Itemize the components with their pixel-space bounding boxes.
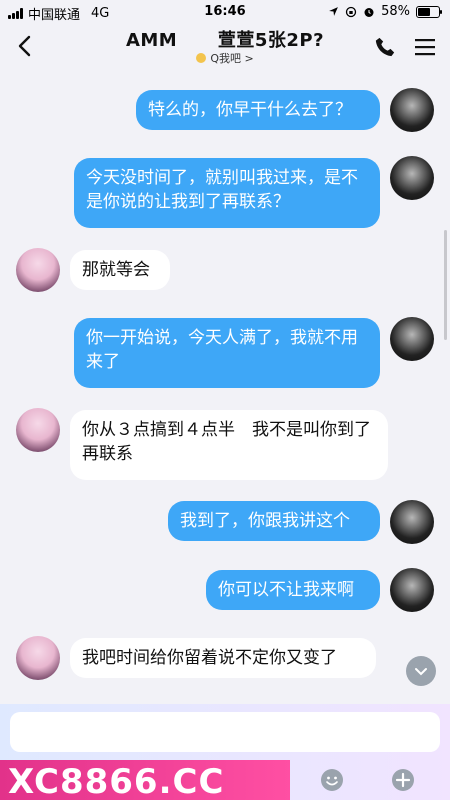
- message-bubble-received[interactable]: 那就等会: [70, 250, 170, 290]
- watermark-banner: XC8866.CC: [0, 760, 290, 800]
- battery-icon: [416, 5, 442, 18]
- rotation-lock-icon: [345, 6, 357, 17]
- message-bubble-received[interactable]: 你从３点搞到４点半 我不是叫你到了再联系: [70, 410, 388, 480]
- my-avatar[interactable]: [390, 88, 434, 132]
- message-bubble-received[interactable]: 我吧时间给你留着说不定你又变了: [70, 638, 376, 678]
- input-area: XC8866.CC: [0, 704, 450, 800]
- scrollbar[interactable]: [444, 230, 447, 340]
- message-bubble-sent[interactable]: 你可以不让我来啊: [206, 570, 380, 610]
- chat-header: AMM 萱萱5张2P? Q我吧 >: [0, 24, 450, 70]
- my-avatar[interactable]: [390, 156, 434, 200]
- chat-area[interactable]: 特么的，你早干什么去了？ 今天没时间了，就别叫我过来，是不是你说的让我到了再联系…: [0, 70, 450, 706]
- my-avatar[interactable]: [390, 317, 434, 361]
- subtitle-text: Q我吧 >: [210, 52, 254, 65]
- message-bubble-sent[interactable]: 你一开始说，今天人满了，我就不用来了: [74, 318, 380, 388]
- message-bubble-sent[interactable]: 今天没时间了，就别叫我过来，是不是你说的让我到了再联系？: [74, 158, 380, 228]
- message-input[interactable]: [10, 712, 440, 752]
- status-right: 58%: [328, 4, 442, 19]
- scroll-to-bottom-button[interactable]: [406, 656, 436, 686]
- chevron-down-icon: [415, 668, 427, 676]
- location-icon: [329, 7, 338, 16]
- contact-avatar[interactable]: [16, 636, 60, 680]
- message-bubble-sent[interactable]: 特么的，你早干什么去了？: [136, 90, 380, 130]
- phone-icon[interactable]: [374, 36, 396, 58]
- contact-avatar[interactable]: [16, 248, 60, 292]
- status-dot-icon: [196, 53, 207, 63]
- contact-avatar[interactable]: [16, 408, 60, 452]
- menu-icon[interactable]: [414, 37, 436, 57]
- alarm-icon: [364, 7, 374, 17]
- status-bar: 中国联通 4G 16:46 58%: [0, 0, 450, 24]
- battery-percent: 58%: [381, 4, 410, 19]
- message-bubble-sent[interactable]: 我到了，你跟我讲这个: [168, 501, 380, 541]
- my-avatar[interactable]: [390, 568, 434, 612]
- my-avatar[interactable]: [390, 500, 434, 544]
- smiley-icon[interactable]: [320, 768, 344, 792]
- plus-icon[interactable]: [391, 768, 415, 792]
